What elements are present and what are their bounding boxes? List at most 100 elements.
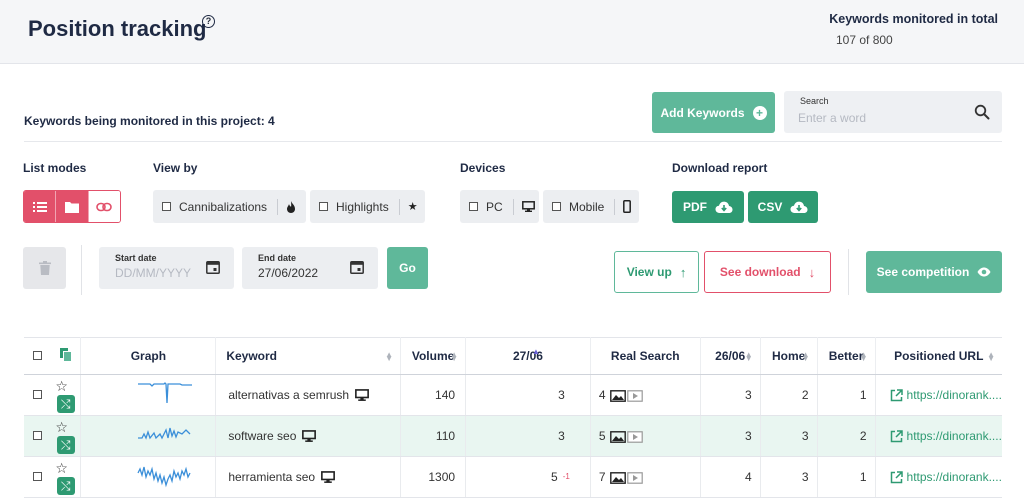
list-mode-link-button[interactable] xyxy=(87,191,120,222)
positioned-url-link[interactable]: https://dinorank.... xyxy=(890,470,1002,484)
mobile-toggle[interactable]: Mobile xyxy=(543,190,639,223)
sort-icon[interactable]: ▲ ▼ xyxy=(745,351,753,363)
search-icon[interactable] xyxy=(974,104,990,120)
pdf-download-button[interactable]: PDF xyxy=(672,191,744,223)
compare-icon[interactable]: ⤭ xyxy=(56,435,75,454)
search-label: Search xyxy=(800,96,829,106)
real-search-cell: 4 xyxy=(590,374,701,416)
better-cell: 1 xyxy=(817,374,876,416)
home-cell: 2 xyxy=(760,374,818,416)
row-select-cell[interactable] xyxy=(24,415,51,457)
table-header-row: Graph Keyword ▲ ▼ Volume ▲ ▼ 27/06 ▲ Real Sea… xyxy=(24,337,1002,375)
row-checkbox[interactable] xyxy=(32,390,42,399)
search-input[interactable] xyxy=(798,109,958,127)
trash-icon xyxy=(38,261,51,275)
help-icon[interactable]: ? xyxy=(202,15,215,28)
external-link-icon xyxy=(890,470,903,483)
table-row[interactable]: ☆⤭ alternativas a semrush 140 3 4 3 2 1 https://… xyxy=(24,374,1002,416)
search-box[interactable]: Search xyxy=(784,91,1002,133)
star-icon[interactable]: ☆ xyxy=(55,419,68,435)
view-by-label: View by xyxy=(153,161,198,175)
row-checkbox[interactable] xyxy=(32,472,42,481)
highlights-toggle[interactable]: Highlights ★ xyxy=(310,190,425,223)
copy-icon[interactable] xyxy=(59,347,72,362)
position-delta: -1 xyxy=(562,472,570,481)
sparkline-chart xyxy=(137,381,192,403)
positioned-url-header[interactable]: Positioned URL ▲ ▼ xyxy=(875,337,1002,375)
better-header[interactable]: Better ▲ ▼ xyxy=(817,337,876,375)
end-date-value: 27/06/2022 xyxy=(258,266,319,280)
download-report-label: Download report xyxy=(672,161,768,175)
go-button[interactable]: Go xyxy=(387,247,428,289)
graph-cell[interactable] xyxy=(80,415,217,457)
list-mode-folder-button[interactable] xyxy=(55,191,88,222)
date-current-header[interactable]: 27/06 ▲ xyxy=(465,337,591,375)
flame-icon xyxy=(287,200,296,213)
compare-icon[interactable]: ⤭ xyxy=(56,476,75,495)
home-header[interactable]: Home ▲ ▼ xyxy=(760,337,818,375)
cannibalizations-checkbox[interactable] xyxy=(162,202,171,211)
date-prev-header[interactable]: 26/06 ▲ ▼ xyxy=(700,337,761,375)
copy-header[interactable] xyxy=(50,337,82,375)
row-select-cell[interactable] xyxy=(24,456,51,498)
end-date-field[interactable]: End date 27/06/2022 xyxy=(242,247,378,289)
view-up-button[interactable]: View up ↑ xyxy=(614,251,699,293)
select-all-checkbox[interactable] xyxy=(32,351,42,360)
table-row[interactable]: ☆⤭ software seo 110 3 5 3 3 2 https://dinorank..… xyxy=(24,415,1002,457)
start-date-field[interactable]: Start date DD/MM/YYYY xyxy=(99,247,234,289)
pc-checkbox[interactable] xyxy=(469,202,478,211)
serp-features xyxy=(609,389,643,402)
video-icon xyxy=(626,390,643,402)
star-icon[interactable]: ☆ xyxy=(55,378,68,394)
select-all-header[interactable] xyxy=(24,337,51,375)
see-download-button[interactable]: See download ↓ xyxy=(704,251,831,293)
cannibalizations-label: Cannibalizations xyxy=(179,199,268,214)
desktop-icon xyxy=(355,389,370,401)
mobile-icon xyxy=(623,200,632,213)
csv-download-button[interactable]: CSV xyxy=(748,191,818,223)
row-checkbox[interactable] xyxy=(32,431,42,440)
calendar-icon[interactable] xyxy=(350,260,364,274)
star-icon[interactable]: ☆ xyxy=(55,460,68,476)
better-header-label: Better xyxy=(828,349,864,363)
table-row[interactable]: ☆⤭ herramienta seo 1300 5 -1 7 4 3 1 https://dino… xyxy=(24,456,1002,498)
volume-header[interactable]: Volume ▲ ▼ xyxy=(400,337,467,375)
sort-icon[interactable]: ▲ ▼ xyxy=(385,351,393,363)
real-search-value: 4 xyxy=(598,388,606,402)
highlights-checkbox[interactable] xyxy=(319,202,328,211)
position-current-value: 3 xyxy=(558,388,565,402)
pc-toggle[interactable]: PC xyxy=(460,190,539,223)
compare-icon[interactable]: ⤭ xyxy=(56,394,75,413)
positioned-url-cell[interactable]: https://dinorank.... xyxy=(875,456,1002,498)
positioned-url-link[interactable]: https://dinorank.... xyxy=(890,429,1002,443)
see-competition-button[interactable]: See competition xyxy=(866,251,1002,293)
positioned-url-cell[interactable]: https://dinorank.... xyxy=(875,415,1002,457)
mobile-checkbox[interactable] xyxy=(552,202,561,211)
add-keywords-button[interactable]: Add Keywords + xyxy=(652,92,775,133)
sort-icon[interactable]: ▲ ▼ xyxy=(802,351,810,363)
sort-asc-icon[interactable]: ▲ xyxy=(532,348,540,356)
better-cell: 2 xyxy=(817,415,876,457)
sort-icon[interactable]: ▲ ▼ xyxy=(987,351,995,363)
positioned-url-cell[interactable]: https://dinorank.... xyxy=(875,374,1002,416)
delete-button[interactable] xyxy=(23,247,66,289)
graph-cell[interactable] xyxy=(80,374,217,416)
volume-cell: 110 xyxy=(400,415,467,457)
calendar-icon[interactable] xyxy=(206,260,220,274)
keyword-text: software seo xyxy=(228,429,297,443)
devices-label: Devices xyxy=(460,161,506,175)
start-date-label: Start date xyxy=(115,253,157,263)
image-icon xyxy=(609,430,626,443)
sort-icon[interactable]: ▲ ▼ xyxy=(450,351,458,363)
keyword-header[interactable]: Keyword ▲ ▼ xyxy=(215,337,402,375)
positioned-url-link[interactable]: https://dinorank.... xyxy=(890,388,1002,402)
list-mode-list-button[interactable] xyxy=(24,191,56,222)
desktop-icon xyxy=(302,430,317,442)
cannibalizations-toggle[interactable]: Cannibalizations xyxy=(153,190,306,223)
row-select-cell[interactable] xyxy=(24,374,51,416)
image-icon xyxy=(609,471,626,484)
list-icon xyxy=(32,201,47,212)
graph-cell[interactable] xyxy=(80,456,217,498)
sort-icon[interactable]: ▲ ▼ xyxy=(860,351,868,363)
eye-icon xyxy=(977,267,991,277)
